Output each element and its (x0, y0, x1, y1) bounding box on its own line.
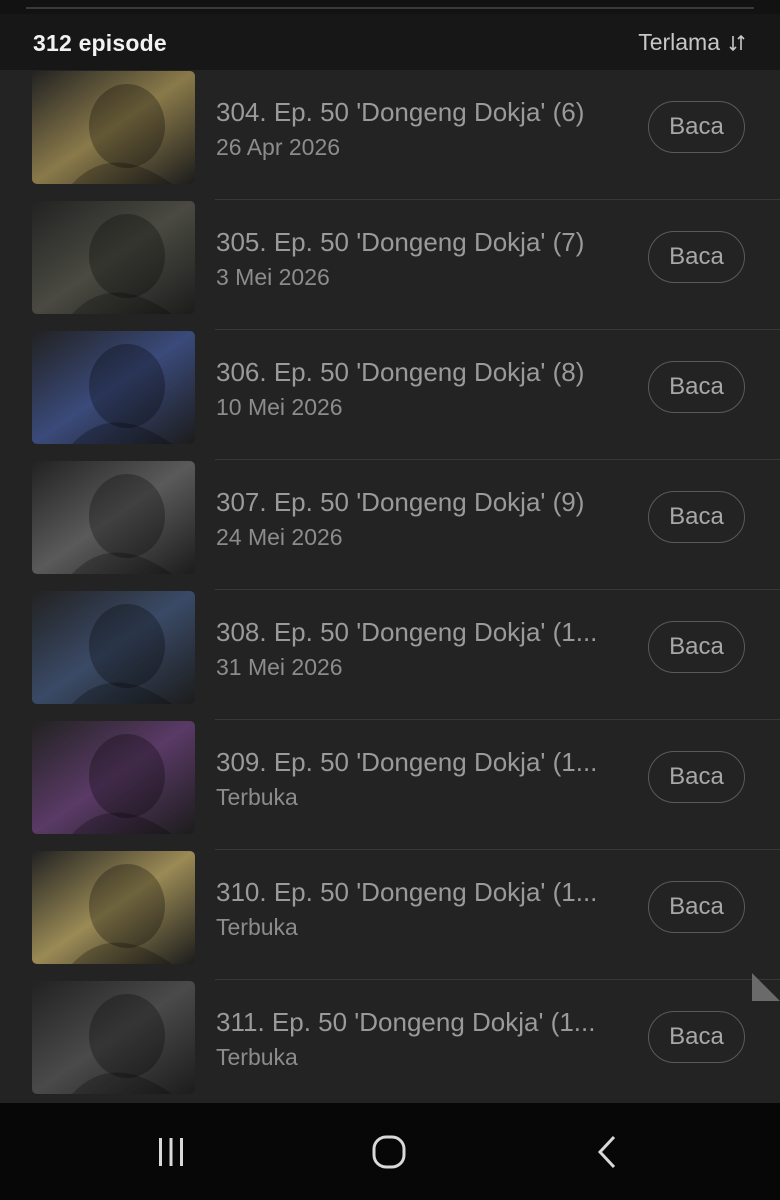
episode-row[interactable]: 306. Ep. 50 'Dongeng Dokja' (8) 10 Mei 20… (0, 330, 780, 460)
episode-count: 312 episode (33, 30, 167, 56)
episode-thumbnail[interactable] (32, 721, 195, 834)
episode-date: 26 Apr 2026 (216, 134, 341, 160)
episode-row[interactable]: 304. Ep. 50 'Dongeng Dokja' (6) 26 Apr 20… (0, 70, 780, 200)
episode-thumbnail[interactable] (32, 201, 195, 314)
read-button[interactable]: Baca (648, 621, 745, 673)
system-navigation-bar (0, 1103, 780, 1200)
episode-row[interactable]: 310. Ep. 50 'Dongeng Dokja' (1... Terbuka… (0, 850, 780, 980)
episode-date: Terbuka (216, 914, 298, 940)
episode-thumbnail[interactable] (32, 851, 195, 964)
episode-title: 306. Ep. 50 'Dongeng Dokja' (8) (216, 357, 585, 387)
episode-date: 31 Mei 2026 (216, 654, 343, 680)
episode-thumbnail[interactable] (32, 461, 195, 574)
home-icon (372, 1135, 406, 1169)
read-button[interactable]: Baca (648, 231, 745, 283)
read-button[interactable]: Baca (648, 491, 745, 543)
episode-row[interactable]: 308. Ep. 50 'Dongeng Dokja' (1... 31 Mei … (0, 590, 780, 720)
back-button[interactable] (578, 1127, 638, 1177)
episode-row[interactable]: 311. Ep. 50 'Dongeng Dokja' (1... Terbuka… (0, 980, 780, 1102)
episode-title: 305. Ep. 50 'Dongeng Dokja' (7) (216, 227, 585, 257)
app-screen: 312 episode Terlama 304. Ep. 50 'Dongeng… (0, 0, 780, 1200)
read-button[interactable]: Baca (648, 881, 745, 933)
episode-title: 309. Ep. 50 'Dongeng Dokja' (1... (216, 747, 598, 777)
episode-thumbnail[interactable] (32, 981, 195, 1094)
episode-list[interactable]: 304. Ep. 50 'Dongeng Dokja' (6) 26 Apr 20… (0, 70, 780, 1102)
episode-date: 10 Mei 2026 (216, 394, 343, 420)
episode-list-header: 312 episode Terlama (0, 14, 780, 70)
sort-label: Terlama (638, 29, 720, 55)
home-button[interactable] (359, 1127, 419, 1177)
episode-title: 310. Ep. 50 'Dongeng Dokja' (1... (216, 877, 598, 907)
episode-date: Terbuka (216, 784, 298, 810)
episode-row[interactable]: 309. Ep. 50 'Dongeng Dokja' (1... Terbuka… (0, 720, 780, 850)
recent-apps-button[interactable] (141, 1127, 201, 1177)
read-button[interactable]: Baca (648, 361, 745, 413)
episode-date: 24 Mei 2026 (216, 524, 343, 550)
recent-apps-icon (159, 1138, 183, 1166)
episode-thumbnail[interactable] (32, 591, 195, 704)
episode-thumbnail[interactable] (32, 71, 195, 184)
episode-row[interactable]: 307. Ep. 50 'Dongeng Dokja' (9) 24 Mei 20… (0, 460, 780, 590)
episode-title: 311. Ep. 50 'Dongeng Dokja' (1... (216, 1007, 596, 1037)
episode-title: 308. Ep. 50 'Dongeng Dokja' (1... (216, 617, 598, 647)
episode-date: Terbuka (216, 1044, 298, 1070)
back-icon (597, 1135, 616, 1169)
page-fold-icon (752, 973, 780, 1001)
sort-button[interactable]: Terlama (638, 29, 746, 56)
episode-date: 3 Mei 2026 (216, 264, 330, 290)
episode-thumbnail[interactable] (32, 331, 195, 444)
episode-title: 307. Ep. 50 'Dongeng Dokja' (9) (216, 487, 585, 517)
episode-row[interactable]: 305. Ep. 50 'Dongeng Dokja' (7) 3 Mei 202… (0, 200, 780, 330)
episode-title: 304. Ep. 50 'Dongeng Dokja' (6) (216, 97, 585, 127)
divider (26, 7, 754, 9)
read-button[interactable]: Baca (648, 101, 745, 153)
read-button[interactable]: Baca (648, 1011, 745, 1063)
read-button[interactable]: Baca (648, 751, 745, 803)
top-strip (0, 0, 780, 14)
sort-arrows-icon (729, 34, 745, 51)
